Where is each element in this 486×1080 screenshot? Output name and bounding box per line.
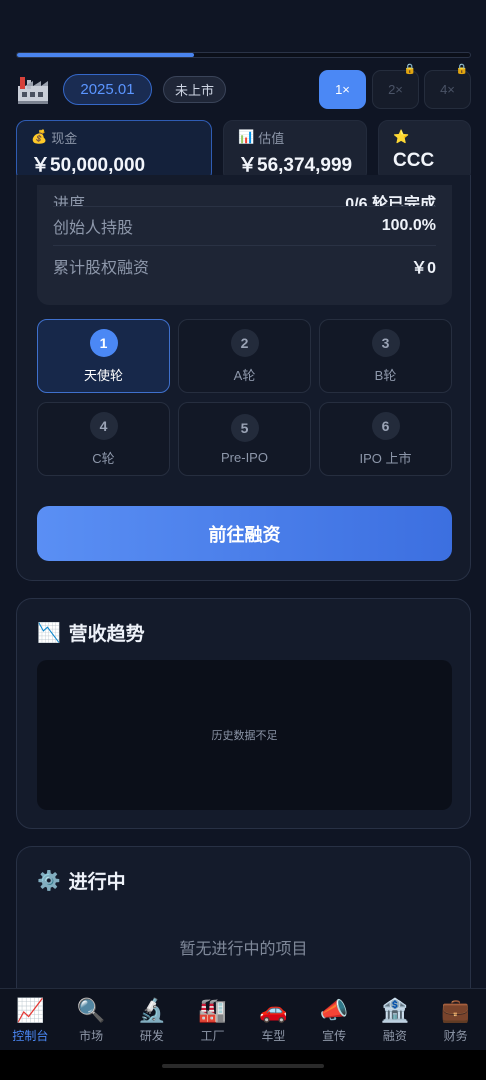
system-home-area [0, 1050, 486, 1080]
go-financing-button[interactable]: 前往融资 [37, 506, 452, 561]
round-a[interactable]: 2 A轮 [178, 319, 311, 393]
info-row-progress: 进度 0/6 轮已完成 [53, 185, 436, 207]
financing-summary: 进度 0/6 轮已完成 创始人持股 100.0% 累计股权融资 ￥0 [37, 185, 452, 305]
factory-icon: 🏭 [198, 997, 227, 1023]
nav-label: 宣传 [322, 1029, 347, 1043]
speed-4x-button[interactable]: 4× 🔒 [424, 64, 471, 109]
in-progress-title-text: 进行中 [68, 872, 126, 893]
round-name: A轮 [233, 367, 256, 383]
info-value: 0/6 轮已完成 [345, 196, 436, 207]
speed-1x-button[interactable]: 1× [319, 70, 366, 109]
gear-icon: ⚙️ [37, 870, 61, 892]
nav-label: 工厂 [200, 1029, 225, 1043]
factory-icon [18, 77, 48, 104]
round-angel[interactable]: 1 天使轮 [37, 319, 170, 393]
valuation-value: ￥56,374,999 [238, 155, 353, 176]
nav-item-1[interactable]: 🔍 市场 [61, 989, 122, 1050]
nav-label: 融资 [382, 1029, 407, 1043]
info-label: 创始人持股 [53, 220, 134, 237]
revenue-empty-text: 历史数据不足 [211, 730, 278, 742]
revenue-trend-card: 📉 营收趋势 历史数据不足 [16, 598, 471, 829]
nav-item-3[interactable]: 🏭 工厂 [182, 989, 243, 1050]
cash-label: 现金 [51, 130, 78, 146]
header-bar: 2025.01 未上市 1× 2× 🔒 4× 🔒 [16, 64, 471, 110]
round-name: Pre-IPO [221, 449, 268, 465]
money-bag-icon: 💰 [31, 129, 48, 144]
nav-item-5[interactable]: 📣 宣传 [304, 989, 365, 1050]
megaphone-icon: 📣 [319, 997, 349, 1023]
round-name: IPO 上市 [359, 450, 412, 466]
chart-icon: 📈 [16, 997, 45, 1023]
home-indicator[interactable] [162, 1064, 324, 1068]
round-b[interactable]: 3 B轮 [319, 319, 452, 393]
credit-rating-value: CCC [393, 150, 435, 171]
round-number: 4 [89, 411, 118, 440]
round-name: 天使轮 [83, 367, 123, 383]
in-progress-empty-text: 暂无进行中的项目 [179, 941, 308, 958]
credit-rating-stat: ⭐ CCC [378, 120, 471, 182]
nav-label: 车型 [261, 1029, 286, 1043]
speed-label: 1× [335, 82, 350, 97]
info-label: 进度 [53, 196, 86, 207]
revenue-title: 📉 营收趋势 [37, 619, 145, 646]
round-number: 5 [230, 413, 259, 442]
bottom-nav: 📈 控制台 🔍 市场 🔬 研发 🏭 工厂 🚗 车型 📣 宣传 🏦 融资 💼 财务 [0, 988, 486, 1050]
microscope-icon: 🔬 [137, 997, 167, 1023]
nav-item-6[interactable]: 🏦 融资 [365, 989, 426, 1050]
speed-label: 4× [440, 82, 455, 97]
briefcase-icon: 💼 [441, 997, 470, 1023]
round-name: C轮 [92, 450, 115, 466]
car-icon: 🚗 [259, 997, 288, 1023]
valuation-label: 估值 [258, 130, 285, 146]
round-ipo[interactable]: 6 IPO 上市 [319, 402, 452, 476]
nav-label: 财务 [443, 1029, 468, 1043]
nav-item-0[interactable]: 📈 控制台 [0, 989, 61, 1050]
game-progress-bar [16, 52, 471, 58]
star-icon: ⭐ [393, 129, 410, 144]
round-number: 6 [371, 411, 400, 440]
cash-value: ￥50,000,000 [31, 155, 146, 176]
financing-card: 进度 0/6 轮已完成 创始人持股 100.0% 累计股权融资 ￥0 1 天使轮… [16, 175, 471, 581]
chart-decreasing-icon: 📉 [37, 622, 61, 644]
bank-icon: 🏦 [380, 997, 410, 1023]
round-number: 1 [89, 328, 118, 357]
game-progress-fill [17, 53, 194, 57]
info-value: 100.0% [381, 217, 436, 234]
nav-label: 研发 [139, 1029, 164, 1043]
date-badge: 2025.01 [63, 74, 152, 105]
round-name: B轮 [374, 367, 397, 383]
bar-chart-icon: 📊 [238, 129, 255, 144]
nav-label: 市场 [79, 1029, 104, 1043]
info-value: ￥0 [411, 259, 436, 277]
nav-item-2[interactable]: 🔬 研发 [122, 989, 183, 1050]
lock-icon: 🔒 [455, 64, 468, 75]
in-progress-card: ⚙️ 进行中 暂无进行中的项目 [16, 846, 471, 996]
round-number: 3 [371, 328, 400, 357]
cash-stat: 💰 现金 ￥50,000,000 [16, 120, 212, 182]
valuation-stat: 📊 估值 ￥56,374,999 [223, 120, 367, 182]
revenue-chart-area: 历史数据不足 [37, 660, 452, 810]
round-number: 2 [230, 328, 259, 357]
revenue-title-text: 营收趋势 [68, 624, 145, 645]
lock-icon: 🔒 [403, 64, 416, 75]
info-row-total-raised: 累计股权融资 ￥0 [53, 246, 436, 285]
listing-status-badge: 未上市 [163, 76, 226, 103]
nav-item-7[interactable]: 💼 财务 [425, 989, 486, 1050]
info-label: 累计股权融资 [53, 259, 150, 277]
in-progress-title: ⚙️ 进行中 [37, 867, 126, 894]
round-c[interactable]: 4 C轮 [37, 402, 170, 476]
nav-item-4[interactable]: 🚗 车型 [243, 989, 304, 1050]
speed-2x-button[interactable]: 2× 🔒 [372, 64, 419, 109]
nav-label: 控制台 [12, 1029, 49, 1043]
info-row-founder-share: 创始人持股 100.0% [53, 207, 436, 246]
search-icon: 🔍 [76, 997, 106, 1023]
speed-label: 2× [388, 82, 403, 97]
round-pre-ipo[interactable]: 5 Pre-IPO [178, 402, 311, 476]
